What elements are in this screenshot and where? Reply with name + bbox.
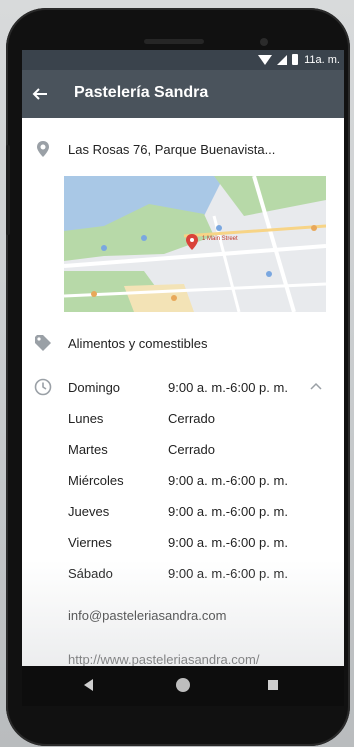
hours-day: Viernes [68, 535, 112, 550]
location-pin-icon [37, 141, 49, 157]
status-time: 11a. m. [304, 54, 340, 66]
hours-time: 9:00 a. m.-6:00 p. m. [168, 535, 288, 550]
place-details: Las Rosas 76, Parque Buenavista... 1 Mai… [22, 118, 344, 678]
nav-recents-icon[interactable] [268, 680, 278, 690]
back-button[interactable] [28, 82, 52, 106]
phone-side-button [6, 145, 10, 235]
front-camera [260, 38, 268, 46]
signal-icon [277, 54, 287, 65]
website-link[interactable]: http://www.pasteleriasandra.com/ [68, 652, 259, 667]
hours-day: Lunes [68, 411, 104, 426]
nav-home-icon[interactable] [176, 678, 190, 692]
address-text[interactable]: Las Rosas 76, Parque Buenavista... [68, 142, 275, 157]
hours-day: Domingo [68, 380, 121, 395]
nav-back-icon[interactable] [84, 679, 93, 691]
hours-day: Martes [68, 442, 108, 457]
email-link[interactable]: info@pasteleriasandra.com [68, 608, 226, 623]
hours-time: 9:00 a. m.-6:00 p. m. [168, 473, 288, 488]
tag-icon [35, 335, 51, 351]
status-bar: 11a. m. [22, 50, 344, 70]
hours-time: Cerrado [168, 442, 215, 457]
system-nav-bar [22, 666, 344, 706]
hours-day: Miércoles [68, 473, 124, 488]
arrow-left-icon [32, 88, 47, 100]
hours-time: Cerrado [168, 411, 215, 426]
app-bar: Pastelería Sandra [22, 70, 344, 118]
screen: 11a. m. Pastelería Sandra Las Rosas 76, … [22, 50, 344, 706]
hours-time: 9:00 a. m.-6:00 p. m. [168, 380, 288, 395]
earpiece [144, 39, 204, 44]
battery-icon [292, 54, 298, 65]
chevron-up-icon[interactable] [310, 382, 322, 392]
hours-day: Jueves [68, 504, 110, 519]
wifi-icon [258, 54, 272, 65]
map-graphic [64, 176, 326, 312]
category-text: Alimentos y comestibles [68, 336, 208, 351]
page-title: Pastelería Sandra [74, 84, 209, 101]
hours-time: 9:00 a. m.-6:00 p. m. [168, 566, 288, 581]
hours-day: Sábado [68, 566, 113, 581]
hours-time: 9:00 a. m.-6:00 p. m. [168, 504, 288, 519]
clock-icon [34, 378, 52, 396]
map-preview[interactable]: 1 Main Street [64, 176, 326, 312]
map-pin-label: 1 Main Street [202, 236, 238, 242]
